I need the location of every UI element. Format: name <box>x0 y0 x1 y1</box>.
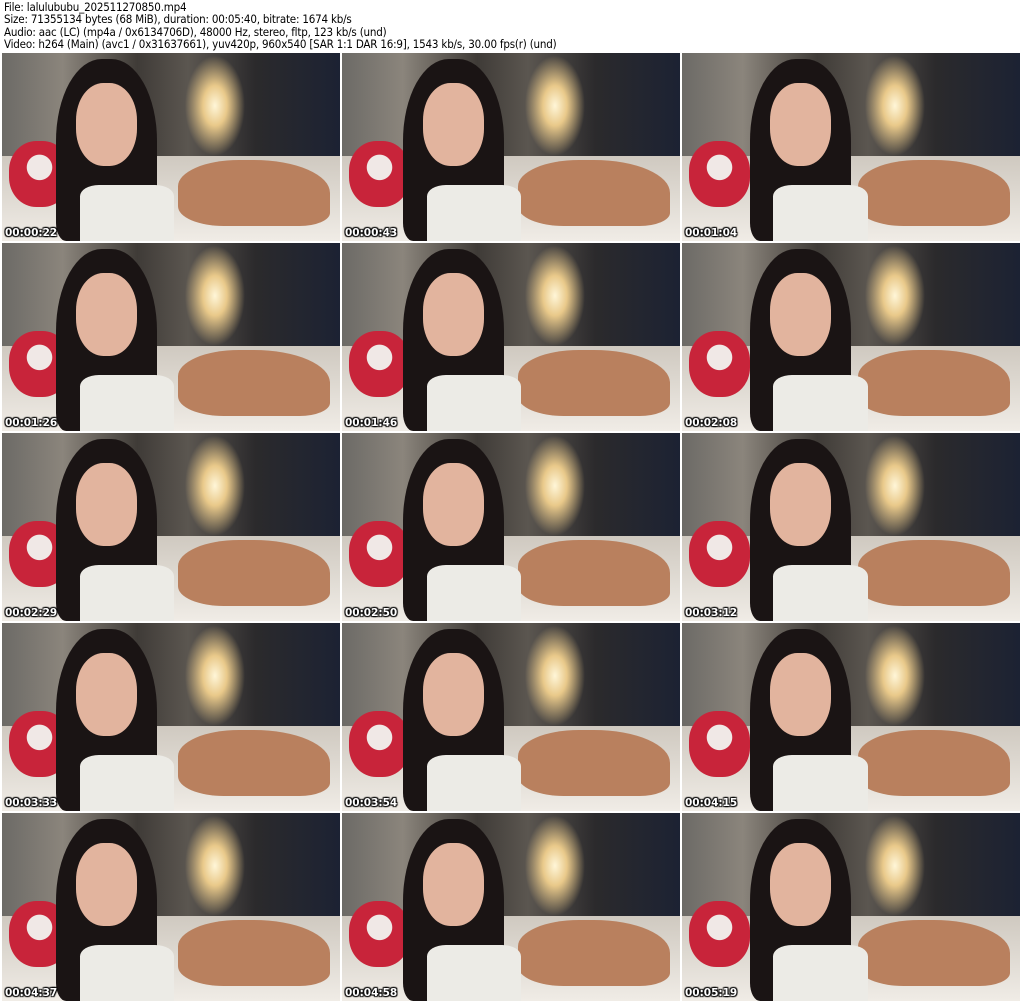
figure-body <box>517 540 670 606</box>
frame-timestamp: 00:02:08 <box>685 417 738 429</box>
figure-top <box>79 754 175 811</box>
figure-face <box>76 653 138 736</box>
figure-face <box>423 273 484 356</box>
figure-face <box>769 653 831 736</box>
figure-body <box>857 160 1010 226</box>
frame-timestamp: 00:04:37 <box>5 987 58 999</box>
video-frame-thumbnail: 00:00:43 <box>342 53 680 241</box>
figure-body <box>857 920 1010 986</box>
figure-top <box>773 184 868 241</box>
figure-top <box>79 944 175 1001</box>
video-frame-thumbnail: 00:04:15 <box>682 623 1020 811</box>
figure-body <box>517 920 670 986</box>
figure-face <box>423 843 484 926</box>
plush-pillow <box>688 521 750 588</box>
figure-top <box>426 374 522 431</box>
figure-top <box>426 564 522 621</box>
video-frame-thumbnail: 00:04:58 <box>342 813 680 1001</box>
figure-top <box>426 944 522 1001</box>
frame-timestamp: 00:00:22 <box>5 227 58 239</box>
video-info-line: Video: h264 (Main) (avc1 / 0x31637661), … <box>4 37 557 52</box>
figure-body <box>177 350 330 416</box>
thumbnail-grid: 00:00:22 00:00:43 00:01:04 00:01:26 00:01:46… <box>2 53 1020 1001</box>
plush-pillow <box>348 521 410 588</box>
video-frame-thumbnail: 00:03:12 <box>682 433 1020 621</box>
figure-body <box>517 350 670 416</box>
frame-timestamp: 00:04:15 <box>685 797 738 809</box>
figure-body <box>857 540 1010 606</box>
frame-timestamp: 00:01:04 <box>685 227 738 239</box>
figure-face <box>423 463 484 546</box>
figure-top <box>79 564 175 621</box>
figure-top <box>79 374 175 431</box>
figure-face <box>76 463 138 546</box>
video-frame-thumbnail: 00:04:37 <box>2 813 340 1001</box>
plush-pillow <box>688 711 750 778</box>
frame-timestamp: 00:00:43 <box>345 227 398 239</box>
frame-timestamp: 00:02:50 <box>345 607 398 619</box>
figure-top <box>79 184 175 241</box>
video-frame-thumbnail: 00:02:08 <box>682 243 1020 431</box>
figure-face <box>423 83 484 166</box>
frame-timestamp: 00:01:46 <box>345 417 398 429</box>
figure-body <box>517 730 670 796</box>
figure-face <box>769 273 831 356</box>
figure-body <box>177 540 330 606</box>
video-frame-thumbnail: 00:03:33 <box>2 623 340 811</box>
figure-face <box>423 653 484 736</box>
video-frame-thumbnail: 00:00:22 <box>2 53 340 241</box>
video-frame-thumbnail: 00:01:26 <box>2 243 340 431</box>
file-info-header: File: lalulububu_202511270850.mp4 Size: … <box>4 1 557 52</box>
frame-timestamp: 00:03:33 <box>5 797 58 809</box>
figure-body <box>177 730 330 796</box>
figure-face <box>76 83 138 166</box>
frame-timestamp: 00:03:12 <box>685 607 738 619</box>
plush-pillow <box>688 901 750 968</box>
figure-face <box>769 83 831 166</box>
figure-top <box>426 754 522 811</box>
figure-face <box>769 843 831 926</box>
frame-timestamp: 00:03:54 <box>345 797 398 809</box>
figure-face <box>76 843 138 926</box>
figure-face <box>76 273 138 356</box>
figure-body <box>177 920 330 986</box>
file-size-line: Size: 71355134 bytes (68 MiB), duration:… <box>4 12 352 27</box>
video-frame-thumbnail: 00:01:46 <box>342 243 680 431</box>
figure-face <box>769 463 831 546</box>
plush-pillow <box>348 141 410 208</box>
figure-top <box>426 184 522 241</box>
plush-pillow <box>348 331 410 398</box>
figure-top <box>773 374 868 431</box>
plush-pillow <box>348 711 410 778</box>
plush-pillow <box>688 331 750 398</box>
video-frame-thumbnail: 00:03:54 <box>342 623 680 811</box>
video-frame-thumbnail: 00:05:19 <box>682 813 1020 1001</box>
figure-body <box>857 350 1010 416</box>
figure-top <box>773 944 868 1001</box>
figure-body <box>177 160 330 226</box>
video-frame-thumbnail: 00:01:04 <box>682 53 1020 241</box>
video-frame-thumbnail: 00:02:29 <box>2 433 340 621</box>
figure-body <box>517 160 670 226</box>
figure-top <box>773 754 868 811</box>
frame-timestamp: 00:05:19 <box>685 987 738 999</box>
frame-timestamp: 00:01:26 <box>5 417 58 429</box>
figure-body <box>857 730 1010 796</box>
frame-timestamp: 00:02:29 <box>5 607 58 619</box>
figure-top <box>773 564 868 621</box>
plush-pillow <box>348 901 410 968</box>
frame-timestamp: 00:04:58 <box>345 987 398 999</box>
plush-pillow <box>688 141 750 208</box>
video-frame-thumbnail: 00:02:50 <box>342 433 680 621</box>
